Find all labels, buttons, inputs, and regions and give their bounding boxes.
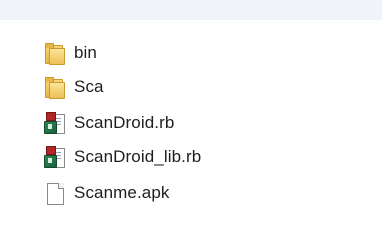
ruby-file-icon bbox=[44, 146, 66, 168]
file-name: ScanDroid_lib.rb bbox=[74, 147, 202, 166]
file-name: bin bbox=[74, 43, 97, 62]
file-name: Scanme.apk bbox=[74, 183, 170, 202]
ruby-file-icon bbox=[44, 112, 66, 134]
column-header-strip bbox=[0, 0, 382, 21]
list-item-bin[interactable]: bin bbox=[44, 38, 344, 68]
file-name: ScanDroid.rb bbox=[74, 113, 175, 132]
file-name: Sca bbox=[74, 77, 104, 96]
folder-icon bbox=[44, 42, 66, 65]
folder-icon bbox=[44, 76, 66, 99]
file-list: bin Sca ScanDroid.rb ScanDroid_lib.rb Sc… bbox=[0, 20, 382, 252]
list-item-scanme-apk[interactable]: Scanme.apk bbox=[44, 178, 344, 208]
list-item-sca[interactable]: Sca bbox=[44, 72, 344, 102]
file-icon bbox=[44, 182, 66, 205]
list-item-scandroid-lib-rb[interactable]: ScanDroid_lib.rb bbox=[44, 142, 344, 172]
list-item-scandroid-rb[interactable]: ScanDroid.rb bbox=[44, 108, 344, 138]
